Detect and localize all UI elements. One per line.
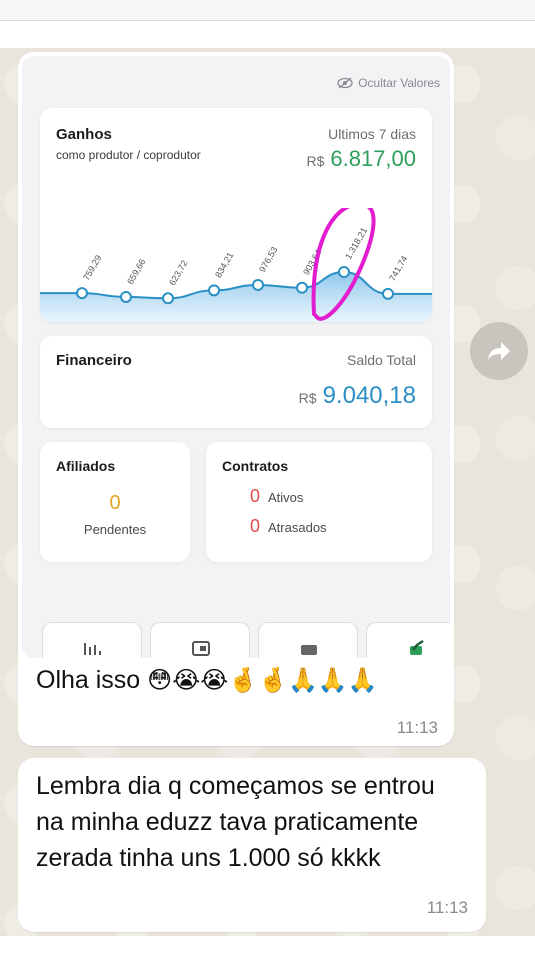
eye-off-icon	[337, 77, 353, 89]
contracts-active-count: 0	[250, 486, 261, 506]
forward-button[interactable]	[470, 322, 528, 380]
contracts-active-row: 0 Ativos	[250, 486, 303, 507]
earnings-subtitle: como produtor / coprodutor	[56, 148, 201, 162]
balance-currency: R$	[298, 390, 317, 406]
affiliates-count: 0	[109, 492, 121, 514]
balance-label: Saldo Total	[346, 352, 416, 368]
bottom-strip	[0, 936, 535, 954]
message-text: Olha isso 😳😭😭🤞🤞🙏🙏🙏	[36, 662, 436, 698]
chart-data-label: 659,66	[125, 257, 147, 286]
contracts-late-row: 0 Atrasados	[250, 516, 327, 537]
hide-values-toggle: Ocultar Valores	[337, 76, 440, 90]
chart-data-label: 834,21	[213, 250, 235, 279]
contracts-late-label: Atrasados	[268, 520, 327, 535]
balance-amount: R$ 9.040,18	[299, 382, 416, 410]
bar-chart-icon	[84, 643, 101, 655]
earnings-card: Ganhos como produtor / coprodutor Ultimo…	[40, 108, 432, 322]
chart-point	[338, 265, 350, 278]
message-1-time: 11:13	[396, 718, 438, 737]
message-1-text: Olha isso	[36, 666, 141, 694]
financial-title: Financeiro	[56, 352, 132, 369]
earnings-value: 6.817,00	[330, 146, 416, 171]
wallet-icon	[192, 641, 210, 656]
chart-point	[252, 278, 264, 291]
status-bar	[0, 0, 535, 20]
earnings-period: Ultimos 7 dias	[328, 126, 416, 142]
forward-arrow-icon	[488, 342, 510, 360]
card-icon	[301, 645, 317, 655]
earnings-title: Ganhos	[56, 126, 112, 143]
affiliates-card: Afiliados 0 Pendentes	[40, 442, 190, 562]
chart-point	[76, 287, 88, 300]
image-message-bubble[interactable]: Ocultar Valores Ganhos como produtor / c…	[18, 52, 454, 746]
chart-data-label: 759,29	[81, 253, 103, 282]
tab-reports[interactable]	[42, 622, 142, 658]
chart-point	[208, 284, 220, 297]
chart-data-label: 976,53	[257, 245, 279, 274]
message-1-emojis: 😳😭😭🤞🤞🙏🙏🙏	[147, 666, 378, 694]
earnings-currency: R$	[306, 153, 325, 169]
chart-point	[296, 281, 308, 294]
chart-data-label: 623,72	[167, 258, 189, 287]
chart-point	[162, 292, 174, 305]
check-icon	[410, 639, 424, 655]
text-message-bubble[interactable]: Lembra dia q começamos se entrou na minh…	[18, 758, 486, 932]
chart-area	[40, 271, 432, 322]
earnings-chart: 759,29 659,66 623,72 834,21 976,53 903,641.31…	[40, 208, 432, 322]
hide-values-label: Ocultar Valores	[358, 76, 440, 90]
contracts-card: Contratos 0 Ativos 0 Atrasados	[206, 442, 432, 562]
affiliates-title: Afiliados	[56, 458, 116, 474]
divider	[0, 20, 535, 21]
affiliates-label: Pendentes	[83, 522, 147, 537]
contracts-title: Contratos	[222, 458, 289, 474]
chart-point	[120, 290, 132, 303]
earnings-amount: R$ 6.817,00	[306, 146, 416, 172]
tab-check[interactable]	[366, 622, 450, 658]
contracts-active-label: Ativos	[268, 490, 304, 505]
contracts-late-count: 0	[250, 516, 261, 536]
message-2-text: Lembra dia q começamos se entrou na minh…	[36, 772, 435, 872]
dashboard-screenshot[interactable]: Ocultar Valores Ganhos como produtor / c…	[22, 56, 450, 658]
message-2-time: 11:13	[426, 898, 468, 917]
chart-point	[382, 287, 394, 300]
financial-card: Financeiro Saldo Total R$ 9.040,18	[40, 336, 432, 428]
tab-wallet[interactable]	[150, 622, 250, 658]
tab-card[interactable]	[258, 622, 358, 658]
chart-data-label: 741,74	[387, 254, 409, 283]
balance-value: 9.040,18	[322, 382, 416, 409]
